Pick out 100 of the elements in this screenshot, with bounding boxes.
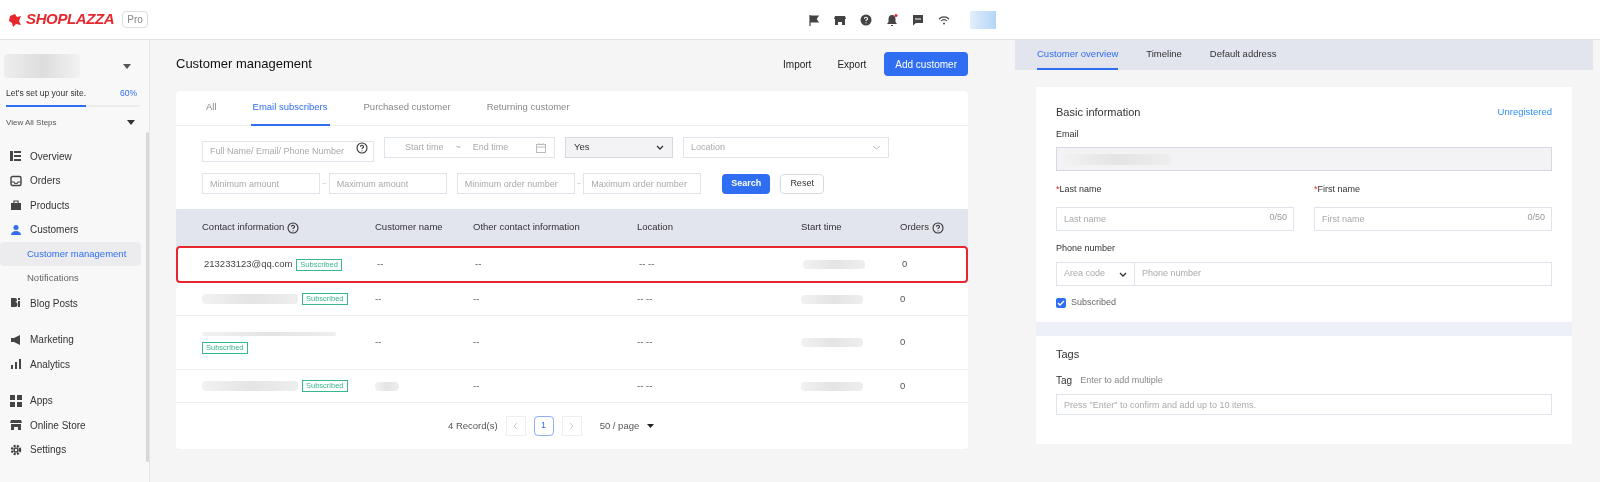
megaphone-icon xyxy=(10,333,22,346)
nav-item[interactable]: Analytics xyxy=(0,351,141,377)
tab[interactable]: Email subscribers xyxy=(250,91,330,126)
table-cell-text: -- xyxy=(473,335,481,350)
view-steps-toggle[interactable]: View All Steps xyxy=(0,116,149,129)
help-icon xyxy=(287,221,300,234)
input-field[interactable]: Maximum order number xyxy=(583,173,702,194)
start-time-placeholder: Start time xyxy=(405,140,444,154)
char-counter: 0/50 xyxy=(1527,210,1545,224)
reset-button[interactable]: Reset xyxy=(780,173,824,194)
flag-icon[interactable] xyxy=(807,13,820,26)
tab[interactable]: Returning customer xyxy=(484,91,572,126)
nav-item[interactable]: Apps xyxy=(0,388,141,413)
table-cell: -- xyxy=(375,336,382,348)
table-cell-text: -- -- xyxy=(637,291,654,306)
input-field[interactable]: Maximum amount xyxy=(328,173,447,194)
char-counter: 0/50 xyxy=(1269,210,1287,224)
check-icon xyxy=(1057,299,1065,306)
help-icon[interactable] xyxy=(859,13,872,26)
toolbar-link[interactable]: Import xyxy=(775,52,820,76)
bell-icon[interactable] xyxy=(885,13,898,26)
redacted-text xyxy=(803,260,865,269)
column-header: Customer name xyxy=(375,220,443,235)
search-field[interactable]: Full Name/ Email/ Phone Number xyxy=(202,140,374,162)
table-cell-text: -- xyxy=(473,291,481,306)
section-title: Basic information xyxy=(1056,105,1141,120)
table-cell-text: -- -- xyxy=(637,378,654,393)
nav-item[interactable]: Products xyxy=(0,192,141,218)
tab[interactable]: Customer overview xyxy=(1037,40,1119,70)
setup-percent: 60% xyxy=(120,87,137,100)
logo-icon xyxy=(8,12,22,27)
status-link[interactable]: Unregistered xyxy=(1497,105,1552,120)
section-title: Tags xyxy=(1056,346,1081,362)
inbox-icon xyxy=(10,174,22,187)
chevron-left-icon xyxy=(513,422,519,430)
toolbar-link[interactable]: Export xyxy=(829,52,875,76)
table-cell-text: -- xyxy=(475,257,483,272)
checkbox[interactable] xyxy=(1056,297,1066,308)
phone-field[interactable]: Phone number xyxy=(1135,262,1552,286)
required-mark: * xyxy=(1056,183,1060,196)
tag-input-field[interactable]: Press "Enter" to confirm and add up to 10 items. xyxy=(1056,394,1552,415)
store-icon xyxy=(10,419,22,431)
page-size-select[interactable]: 50 / page xyxy=(599,418,655,434)
gear-icon xyxy=(10,443,22,456)
table-cell-text: -- -- xyxy=(639,257,656,272)
record-count: 4 Record(s) xyxy=(448,418,498,433)
chat-icon[interactable] xyxy=(911,13,924,26)
field-hint: Enter to add multiple xyxy=(1080,373,1163,387)
nav-item[interactable]: Customers xyxy=(0,217,141,242)
subscribed-select[interactable]: Yes xyxy=(565,137,673,158)
page-button[interactable]: 1 xyxy=(533,416,554,436)
range-separator: ~ xyxy=(576,177,582,190)
chevron-right-icon xyxy=(569,422,575,430)
nav-item[interactable]: Blog Posts xyxy=(0,290,141,316)
setup-label: Let's set up your site. xyxy=(6,87,87,100)
bar-chart-icon xyxy=(10,358,22,370)
field-label: Last name xyxy=(1059,183,1102,196)
caret-icon xyxy=(647,424,655,428)
nav-item[interactable]: Settings xyxy=(0,437,141,462)
redacted-text xyxy=(801,294,863,304)
nav-subitem[interactable]: Notifications xyxy=(0,266,141,291)
input-field[interactable]: Minimum order number xyxy=(456,173,575,194)
table-cell-text: -- xyxy=(473,378,481,393)
bag-icon xyxy=(10,199,22,211)
help-icon xyxy=(932,221,945,234)
field-label: Email xyxy=(1056,127,1080,141)
redacted-text xyxy=(801,338,863,347)
table-cell: -- xyxy=(375,292,382,304)
person-icon xyxy=(10,223,22,236)
apps-icon xyxy=(10,394,22,407)
column-header: Location xyxy=(637,220,673,235)
nav-item[interactable]: Orders xyxy=(0,168,141,193)
tab[interactable]: All xyxy=(204,91,219,126)
store-icon[interactable] xyxy=(833,13,846,26)
redacted-text xyxy=(375,381,399,391)
tab[interactable]: Timeline xyxy=(1146,40,1182,70)
help-icon xyxy=(356,141,368,154)
table-cell: -- xyxy=(377,258,384,270)
nav-item[interactable]: Overview xyxy=(0,143,141,169)
wifi-icon[interactable] xyxy=(937,13,950,26)
tab[interactable]: Default address xyxy=(1209,40,1277,70)
search-button[interactable]: Search xyxy=(722,173,771,194)
input-field[interactable]: Minimum amount xyxy=(202,173,320,194)
table-cell: 213233123@qq.com xyxy=(204,257,293,272)
list-icon xyxy=(10,150,22,162)
nav-item[interactable]: Marketing xyxy=(0,327,141,352)
range-separator: ~ xyxy=(455,140,461,154)
page-title: Customer management xyxy=(176,55,312,74)
plan-badge: Pro xyxy=(122,11,148,28)
checkbox-label: Subscribed xyxy=(1071,296,1117,309)
add-customer-button[interactable]: Add customer xyxy=(884,52,968,76)
nav-subitem[interactable]: Customer management xyxy=(0,241,141,267)
field-label: Phone number xyxy=(1056,241,1117,255)
caret-icon xyxy=(127,120,135,126)
tab[interactable]: Purchased customer xyxy=(361,91,453,126)
caret-icon[interactable] xyxy=(123,63,131,69)
nav-item[interactable]: Online Store xyxy=(0,412,141,438)
redacted-text xyxy=(801,381,863,391)
table-cell-text: 0 xyxy=(900,335,907,350)
required-mark: * xyxy=(1314,183,1318,196)
